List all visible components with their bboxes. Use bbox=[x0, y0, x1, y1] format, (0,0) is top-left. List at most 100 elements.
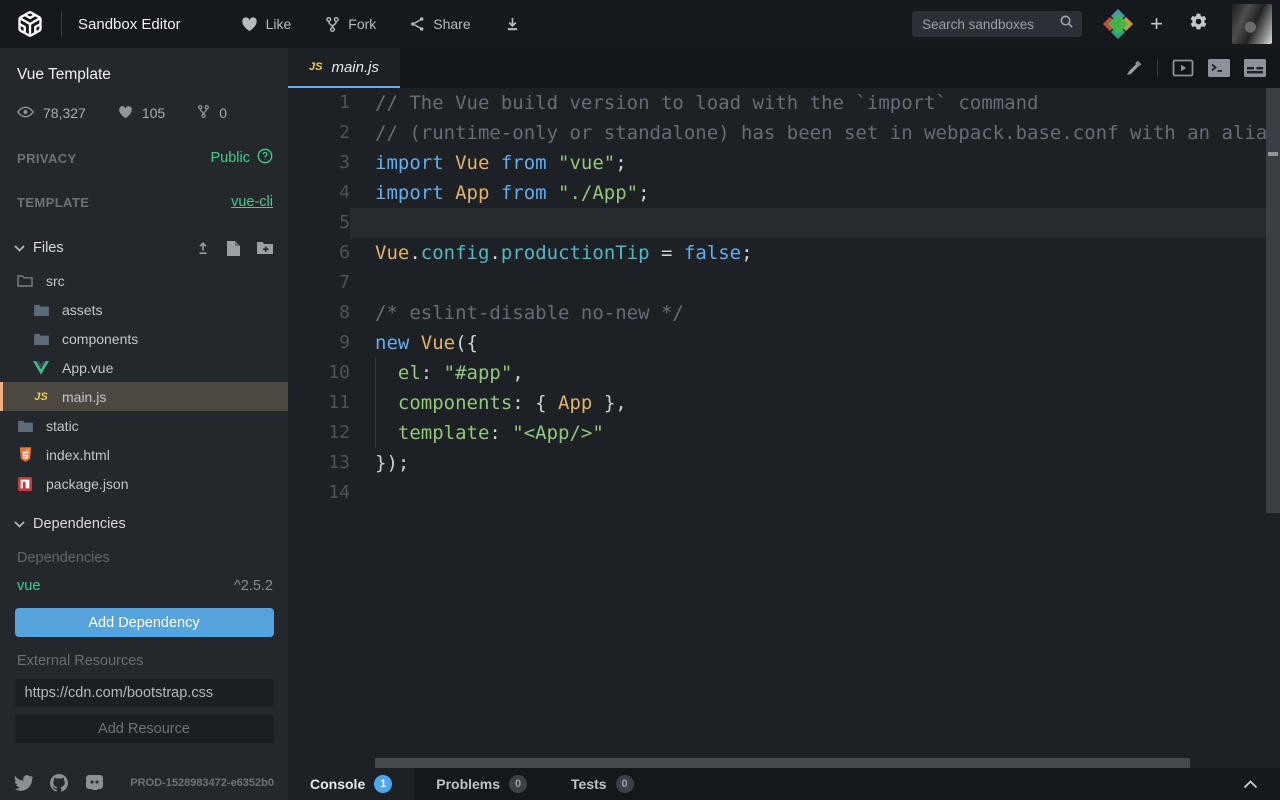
line-number: 13 bbox=[288, 448, 350, 478]
file-label: index.html bbox=[46, 447, 110, 463]
chevron-down-icon bbox=[14, 245, 25, 252]
code-line-14: 14 bbox=[288, 478, 1280, 508]
search-box bbox=[912, 11, 1082, 37]
new-file-icon[interactable] bbox=[227, 241, 240, 256]
view-toggle-icons bbox=[1125, 48, 1280, 88]
line-content[interactable]: template: "<App/>" bbox=[350, 418, 1280, 448]
npm-icon bbox=[17, 477, 33, 491]
gear-icon[interactable] bbox=[1189, 12, 1208, 36]
folder-open-icon bbox=[17, 274, 33, 287]
patron-badge-icon[interactable] bbox=[1104, 10, 1132, 38]
like-label: Like bbox=[266, 16, 292, 32]
line-number: 7 bbox=[288, 268, 350, 298]
file-item-index-html[interactable]: index.html bbox=[0, 440, 288, 469]
code-line-12: 12 template: "<App/>" bbox=[288, 418, 1280, 448]
help-circle-icon[interactable] bbox=[257, 148, 273, 168]
upload-icon[interactable] bbox=[196, 241, 210, 256]
line-content[interactable]: import Vue from "vue"; bbox=[350, 148, 1280, 178]
likes-stat: 105 bbox=[118, 105, 165, 122]
resource-url-input[interactable] bbox=[15, 679, 274, 707]
file-item-package-json[interactable]: package.json bbox=[0, 469, 288, 498]
line-content[interactable]: import App from "./App"; bbox=[350, 178, 1280, 208]
code-line-5: 5 bbox=[288, 208, 1280, 238]
console-tab-console[interactable]: Console1 bbox=[288, 768, 414, 800]
preview-browser-icon[interactable] bbox=[1172, 59, 1194, 77]
prettify-brush-icon[interactable] bbox=[1125, 59, 1143, 77]
js-file-icon: JS bbox=[309, 61, 322, 73]
line-content[interactable]: // (runtime-only or standalone) has been… bbox=[350, 118, 1280, 148]
tab-main-js[interactable]: JS main.js bbox=[288, 48, 400, 88]
new-sandbox-icon[interactable]: + bbox=[1150, 13, 1163, 35]
line-content[interactable]: /* eslint-disable no-new */ bbox=[350, 298, 1280, 328]
code-editor[interactable]: 1// The Vue build version to load with t… bbox=[288, 88, 1280, 768]
add-dependency-button[interactable]: Add Dependency bbox=[15, 608, 274, 637]
editor-tabbar: JS main.js bbox=[288, 48, 1280, 88]
like-button[interactable]: Like bbox=[241, 16, 292, 32]
file-item-main-js[interactable]: JS main.js bbox=[0, 382, 288, 411]
tab-label: Tests bbox=[571, 776, 607, 792]
new-folder-icon[interactable] bbox=[257, 241, 273, 256]
preview-console-icon[interactable] bbox=[1208, 59, 1230, 77]
code-line-7: 7 bbox=[288, 268, 1280, 298]
tab-label: Problems bbox=[436, 776, 500, 792]
search-input[interactable] bbox=[922, 17, 1059, 32]
line-content[interactable]: // The Vue build version to load with th… bbox=[350, 88, 1280, 118]
share-label: Share bbox=[433, 16, 470, 32]
folder-icon bbox=[33, 304, 49, 316]
files-section-header[interactable]: Files bbox=[0, 236, 288, 260]
file-label: assets bbox=[62, 302, 102, 318]
fork-button[interactable]: Fork bbox=[325, 16, 376, 33]
line-content[interactable]: }); bbox=[350, 448, 1280, 478]
horizontal-scrollbar-thumb[interactable] bbox=[375, 758, 1190, 768]
toolbar-divider bbox=[1157, 59, 1158, 77]
fork-icon bbox=[197, 104, 210, 122]
line-content[interactable]: Vue.config.productionTip = false; bbox=[350, 238, 1280, 268]
count-badge: 0 bbox=[509, 775, 527, 793]
build-id: PROD-1528983472-e6352b0 bbox=[130, 777, 274, 789]
file-item-App-vue[interactable]: App.vue bbox=[0, 353, 288, 382]
preview-split-icon[interactable] bbox=[1244, 59, 1266, 77]
dependencies-section-header[interactable]: Dependencies bbox=[0, 512, 288, 536]
fork-label: Fork bbox=[348, 16, 376, 32]
file-item-components[interactable]: components bbox=[0, 324, 288, 353]
code-line-11: 11 components: { App }, bbox=[288, 388, 1280, 418]
code-line-13: 13}); bbox=[288, 448, 1280, 478]
file-label: src bbox=[46, 273, 65, 289]
vertical-scrollbar-thumb[interactable] bbox=[1268, 152, 1278, 156]
file-label: components bbox=[62, 331, 138, 347]
vue-icon bbox=[33, 361, 49, 375]
download-button[interactable] bbox=[505, 16, 520, 32]
share-button[interactable]: Share bbox=[410, 16, 470, 32]
console-tab-problems[interactable]: Problems 0 bbox=[414, 768, 549, 800]
download-icon bbox=[505, 16, 520, 32]
template-link[interactable]: vue-cli bbox=[231, 194, 273, 210]
github-icon[interactable] bbox=[50, 774, 68, 792]
line-content[interactable]: el: "#app", bbox=[350, 358, 1280, 388]
header-right: + bbox=[912, 4, 1280, 44]
line-number: 1 bbox=[288, 88, 350, 118]
line-content[interactable]: components: { App }, bbox=[350, 388, 1280, 418]
line-content[interactable] bbox=[350, 208, 1280, 238]
codesandbox-logo-icon[interactable] bbox=[15, 9, 45, 39]
dependency-name-link[interactable]: vue bbox=[17, 578, 40, 594]
code-line-10: 10 el: "#app", bbox=[288, 358, 1280, 388]
dependencies-label: Dependencies bbox=[0, 536, 288, 566]
file-label: main.js bbox=[62, 389, 106, 405]
file-item-assets[interactable]: assets bbox=[0, 295, 288, 324]
vertical-scrollbar[interactable] bbox=[1266, 88, 1280, 513]
heart-icon bbox=[241, 16, 258, 32]
user-avatar[interactable] bbox=[1232, 4, 1272, 44]
line-content[interactable] bbox=[350, 478, 1280, 508]
line-content[interactable]: new Vue({ bbox=[350, 328, 1280, 358]
expand-console-button[interactable] bbox=[1243, 768, 1280, 800]
code-line-3: 3import Vue from "vue"; bbox=[288, 148, 1280, 178]
add-resource-button[interactable]: Add Resource bbox=[15, 715, 274, 743]
file-item-static[interactable]: static bbox=[0, 411, 288, 440]
discord-icon[interactable] bbox=[85, 775, 104, 791]
dependencies-header-label: Dependencies bbox=[33, 516, 126, 532]
line-content[interactable] bbox=[350, 268, 1280, 298]
console-tab-tests[interactable]: Tests0 bbox=[549, 768, 656, 800]
js-icon: JS bbox=[33, 391, 49, 403]
twitter-icon[interactable] bbox=[14, 775, 33, 791]
file-item-src[interactable]: src bbox=[0, 266, 288, 295]
